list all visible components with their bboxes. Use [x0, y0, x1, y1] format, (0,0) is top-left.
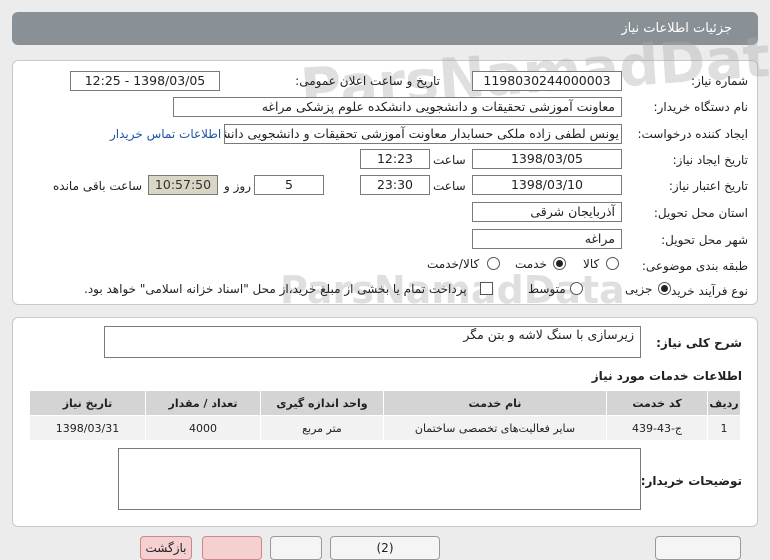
quantity-cell: 4000 [145, 415, 261, 441]
column-header: نام خدمت [383, 390, 607, 416]
service-code-cell: ج-43-439 [606, 415, 708, 441]
announce-field: 1398/03/05 - 12:25 [70, 71, 220, 91]
province-field: آذربایجان شرقی [472, 202, 622, 222]
created-date-label: تاریخ ایجاد نیاز: [672, 153, 748, 167]
buyer-notes-label: توضیحات خریدار: [640, 474, 742, 488]
process-minor-label: جزیی [625, 282, 653, 296]
summary-field: زیرسازی با سنگ لاشه و بتن مگر [104, 326, 641, 358]
unit-cell: متر مربع [260, 415, 384, 441]
back-button[interactable]: بازگشت [140, 536, 192, 560]
table-row: 1 ج-43-439 سایر فعالیت‌های تخصصی ساختمان… [29, 415, 741, 441]
page-title: جزئیات اطلاعات نیاز [621, 21, 732, 36]
city-label: شهر محل تحویل: [661, 233, 748, 247]
column-header: تعداد / مقدار [145, 390, 261, 416]
process-medium-radio[interactable] [570, 282, 583, 295]
services-section-title: اطلاعات خدمات مورد نیاز [591, 369, 742, 383]
category-goods-service-radio[interactable] [487, 257, 500, 270]
footer-button[interactable] [655, 536, 741, 560]
created-time-label: ساعت [433, 153, 466, 167]
buyer-org-field: معاونت آموزشی تحقیقات و دانشجویی دانشکده… [173, 97, 622, 117]
row-number-cell: 1 [707, 415, 741, 441]
days-remaining-field: 5 [254, 175, 324, 195]
column-header: واحد اندازه گیری [260, 390, 384, 416]
need-date-cell: 1398/03/31 [29, 415, 146, 441]
summary-label: شرح کلی نیاز: [656, 336, 742, 350]
column-header: تاریخ نیاز [29, 390, 146, 416]
requester-field: یونس لطفی زاده ملکی حسابدار معاونت آموزش… [224, 124, 622, 144]
remaining-label: ساعت باقی مانده [53, 179, 143, 193]
buyer-notes-field [118, 448, 641, 510]
services-table: ردیف کد خدمت نام خدمت واحد اندازه گیری ت… [29, 390, 741, 441]
created-date-field: 1398/03/05 [472, 149, 622, 169]
need-number-label: شماره نیاز: [691, 74, 748, 88]
validity-date-field: 1398/03/10 [472, 175, 622, 195]
validity-time-label: ساعت [433, 179, 466, 193]
validity-time-field: 23:30 [360, 175, 430, 195]
category-goods-label: کالا [583, 257, 600, 271]
remaining-time-field: 10:57:50 [148, 175, 218, 195]
service-name-cell: سایر فعالیت‌های تخصصی ساختمان [383, 415, 607, 441]
category-service-radio[interactable] [553, 257, 566, 270]
contact-buyer-link[interactable]: اطلاعات تماس خریدار [110, 127, 221, 141]
column-header: ردیف [707, 390, 741, 416]
province-label: استان محل تحویل: [653, 206, 748, 220]
city-field: مراغه [472, 229, 622, 249]
treasury-payment-checkbox[interactable] [480, 282, 493, 295]
announce-label: تاریخ و ساعت اعلان عمومی: [295, 74, 440, 88]
need-number-field: 1198030244000003 [472, 71, 622, 91]
category-goods-radio[interactable] [606, 257, 619, 270]
validity-date-label: تاریخ اعتبار نیاز: [668, 179, 748, 193]
footer-button[interactable] [202, 536, 262, 560]
days-label: روز و [224, 179, 251, 193]
category-goods-service-label: کالا/خدمت [427, 257, 480, 271]
footer-button[interactable]: (2) [330, 536, 440, 560]
footer-button[interactable] [270, 536, 322, 560]
page-header: جزئیات اطلاعات نیاز [12, 12, 758, 45]
process-medium-label: متوسط [528, 282, 566, 296]
treasury-payment-note: پرداخت تمام یا بخشی از مبلغ خرید،از محل … [84, 282, 467, 296]
process-type-label: نوع فرآیند خرید : [663, 284, 748, 298]
category-label: طبقه بندی موضوعی: [641, 259, 748, 273]
buyer-org-label: نام دستگاه خریدار: [653, 100, 749, 114]
process-minor-radio[interactable] [658, 282, 671, 295]
column-header: کد خدمت [606, 390, 708, 416]
requester-label: ایجاد کننده درخواست: [637, 127, 748, 141]
created-time-field: 12:23 [360, 149, 430, 169]
services-table-header: ردیف کد خدمت نام خدمت واحد اندازه گیری ت… [29, 390, 741, 416]
category-service-label: خدمت [515, 257, 547, 271]
